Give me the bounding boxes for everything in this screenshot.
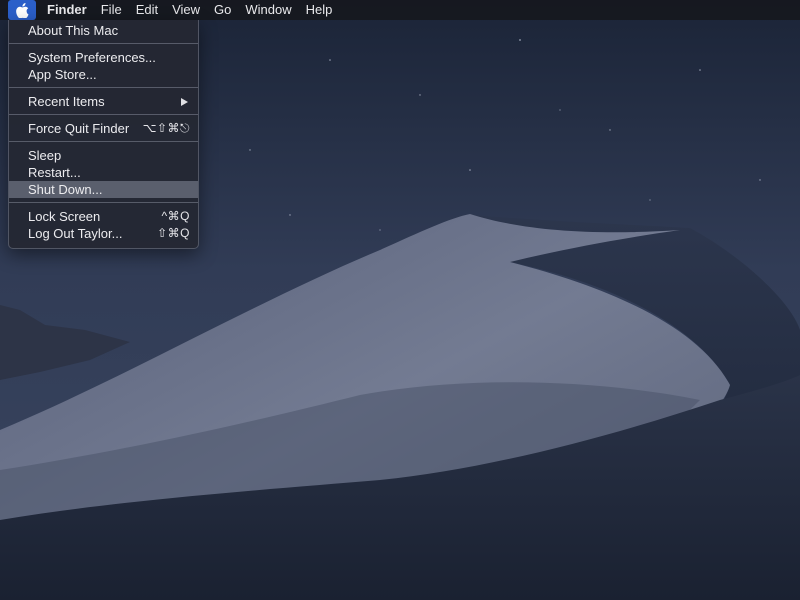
apple-menu-dropdown: About This Mac System Preferences... App… bbox=[8, 20, 199, 249]
menubar-item-file[interactable]: File bbox=[94, 0, 129, 20]
menu-item-app-store[interactable]: App Store... bbox=[9, 66, 198, 83]
menu-separator bbox=[9, 202, 198, 203]
menubar-item-finder[interactable]: Finder bbox=[36, 0, 94, 20]
desktop: Finder File Edit View Go Window Help Abo… bbox=[0, 0, 800, 600]
menu-item-log-out[interactable]: Log Out Taylor... ⇧⌘Q bbox=[9, 225, 198, 242]
submenu-arrow-icon bbox=[181, 97, 188, 106]
menu-bar: Finder File Edit View Go Window Help bbox=[0, 0, 800, 20]
menu-item-shut-down[interactable]: Shut Down... bbox=[9, 181, 198, 198]
menu-item-label: Lock Screen bbox=[28, 209, 101, 224]
menu-item-about-this-mac[interactable]: About This Mac bbox=[9, 22, 198, 39]
menu-item-label: System Preferences... bbox=[28, 50, 156, 65]
menu-item-restart[interactable]: Restart... bbox=[9, 164, 198, 181]
menu-item-label: Sleep bbox=[28, 148, 62, 163]
menu-item-recent-items[interactable]: Recent Items bbox=[9, 93, 198, 110]
menu-item-label: App Store... bbox=[28, 67, 97, 82]
menubar-item-go[interactable]: Go bbox=[207, 0, 238, 20]
menu-separator bbox=[9, 43, 198, 44]
menu-item-label: Shut Down... bbox=[28, 182, 103, 197]
menu-item-label: Restart... bbox=[28, 165, 81, 180]
menubar-item-help[interactable]: Help bbox=[299, 0, 340, 20]
menu-item-label: Recent Items bbox=[28, 94, 105, 109]
keyboard-shortcut: ⇧⌘Q bbox=[157, 226, 190, 240]
apple-logo-icon bbox=[15, 2, 28, 18]
menu-item-label: Force Quit Finder bbox=[28, 121, 130, 136]
menu-separator bbox=[9, 141, 198, 142]
keyboard-shortcut: ^⌘Q bbox=[161, 209, 190, 223]
menu-item-label: Log Out Taylor... bbox=[28, 226, 123, 241]
menu-item-sleep[interactable]: Sleep bbox=[9, 147, 198, 164]
menu-item-lock-screen[interactable]: Lock Screen ^⌘Q bbox=[9, 208, 198, 225]
menubar-item-view[interactable]: View bbox=[165, 0, 207, 20]
menu-item-force-quit[interactable]: Force Quit Finder ⌥⇧⌘⎋ bbox=[9, 120, 198, 137]
menubar-item-window[interactable]: Window bbox=[238, 0, 298, 20]
menubar-item-edit[interactable]: Edit bbox=[129, 0, 165, 20]
keyboard-shortcut: ⌥⇧⌘⎋ bbox=[142, 121, 190, 135]
apple-menu-button[interactable] bbox=[8, 0, 36, 20]
menu-item-label: About This Mac bbox=[28, 23, 119, 38]
menu-separator bbox=[9, 114, 198, 115]
menu-item-system-preferences[interactable]: System Preferences... bbox=[9, 49, 198, 66]
menu-separator bbox=[9, 87, 198, 88]
